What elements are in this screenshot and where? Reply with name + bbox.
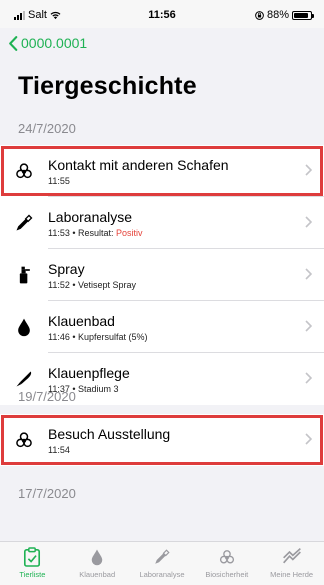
status-bar: Salt 11:56 88% xyxy=(0,0,324,28)
chevron-right-icon xyxy=(305,372,312,384)
knife-icon xyxy=(0,369,48,389)
chevron-right-icon xyxy=(305,164,312,176)
orientation-lock-icon xyxy=(255,10,264,20)
tab-laboranalyse[interactable]: Laboranalyse xyxy=(130,542,195,585)
list-item[interactable]: Klauenbad 11:46 • Kupfersulfat (5%) xyxy=(0,301,324,353)
list-item-subtitle: 11:54 xyxy=(48,444,70,455)
list-item-title: Klauenbad xyxy=(48,312,115,329)
biohazard-icon xyxy=(0,430,48,450)
chevron-right-icon xyxy=(305,320,312,332)
list-item-title: Kontakt mit anderen Schafen xyxy=(48,156,229,173)
biohazard-icon xyxy=(0,161,48,181)
battery-percent: 88% xyxy=(266,9,289,21)
drop-icon xyxy=(91,549,103,566)
list-item-title: Spray xyxy=(48,260,85,277)
history-list: Besuch Ausstellung 11:54 xyxy=(0,414,324,466)
list-item-subtitle: 11:52 • Vetisept Spray xyxy=(48,279,137,290)
page-title: Tiergeschichte xyxy=(18,72,197,100)
list-item-subtitle: 11:37 • Stadium 3 xyxy=(48,383,119,394)
tab-bar: Tierliste Klauenbad Laboranalyse Biosich… xyxy=(0,541,324,585)
pipette-icon xyxy=(155,549,170,564)
list-item[interactable]: Spray 11:52 • Vetisept Spray xyxy=(0,249,324,301)
pipette-icon xyxy=(0,213,48,233)
section-date: 24/7/2020 xyxy=(18,121,76,136)
subtitle-prefix: 11:53 • Resultat: xyxy=(48,227,117,238)
list-item-title: Besuch Ausstellung xyxy=(48,425,171,442)
back-button[interactable]: 0000.0001 xyxy=(8,35,87,51)
drop-icon xyxy=(0,317,48,337)
tab-biosicherheit[interactable]: Biosicherheit xyxy=(194,542,259,585)
list-item[interactable]: Kontakt mit anderen Schafen 11:55 xyxy=(0,145,324,197)
section-date: 19/7/2020 xyxy=(18,389,76,404)
tab-klauenbad[interactable]: Klauenbad xyxy=(65,542,130,585)
list-item[interactable]: Besuch Ausstellung 11:54 xyxy=(0,414,324,466)
chevron-right-icon xyxy=(305,216,312,228)
spray-bottle-icon xyxy=(0,265,48,285)
history-list: Kontakt mit anderen Schafen 11:55 Labora… xyxy=(0,145,324,405)
tab-label: Tierliste xyxy=(19,570,46,579)
tab-label: Klauenbad xyxy=(79,570,116,579)
status-battery-group: 88% xyxy=(255,9,314,21)
back-label: 0000.0001 xyxy=(21,35,88,51)
tab-meine-herde[interactable]: Meine Herde xyxy=(259,542,324,585)
list-item-title: Laboranalyse xyxy=(48,208,133,225)
list-item-subtitle: 11:55 xyxy=(48,175,70,186)
list-item-subtitle: 11:53 • Resultat: Positiv xyxy=(48,228,324,238)
biohazard-icon xyxy=(219,550,234,564)
chevron-left-icon xyxy=(9,35,18,51)
tab-tierliste[interactable]: Tierliste xyxy=(0,542,65,585)
graph-icon xyxy=(282,548,301,564)
list-item[interactable]: Laboranalyse 11:53 • Resultat: Positiv xyxy=(0,197,324,249)
section-date: 17/7/2020 xyxy=(18,486,76,501)
tab-label: Biosicherheit xyxy=(205,570,249,579)
chevron-right-icon xyxy=(305,268,312,280)
list-item-subtitle: 11:46 • Kupfersulfat (5%) xyxy=(48,331,148,342)
clipboard-check-icon xyxy=(24,547,41,567)
chevron-right-icon xyxy=(305,433,312,445)
tab-label: Laboranalyse xyxy=(139,570,185,579)
list-item-title: Klauenpflege xyxy=(48,364,130,381)
result-positive: Positiv xyxy=(116,227,143,238)
battery-icon xyxy=(292,10,314,20)
tab-label: Meine Herde xyxy=(270,570,314,579)
